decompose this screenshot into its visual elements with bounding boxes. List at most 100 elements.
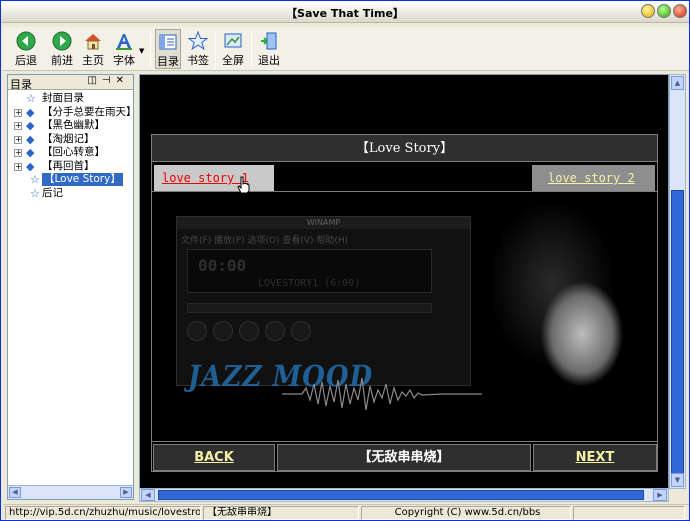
scroll-down-icon[interactable]: ▼ [671, 473, 684, 487]
star-icon: ☆ [26, 92, 36, 105]
player-title: WINAMP [177, 217, 470, 229]
close-sidebar-icon[interactable]: ✕ [116, 75, 129, 86]
tree-item-chapter[interactable]: + ◆ 【回心转意】 [8, 146, 133, 160]
book-icon: ◆ [26, 105, 35, 119]
exit-label: 退出 [258, 54, 280, 67]
font-button[interactable]: 字体 [109, 29, 139, 69]
player-display: 00:00 LOVESTORY1 (6:09) [187, 249, 432, 293]
toolbar: 后退 前进 主页 字体 ▼ 目录 书签 全屏 退出 [3, 27, 689, 71]
back-label: 后退 [15, 54, 37, 67]
exit-button[interactable]: 退出 [255, 29, 283, 69]
tab-label: love story 1 [162, 171, 249, 185]
star-icon: ☆ [30, 186, 40, 200]
scroll-thumb[interactable] [671, 190, 684, 480]
book-icon: ◆ [26, 132, 35, 146]
forward-label: 前进 [51, 54, 73, 67]
tree-item-chapter[interactable]: + ◆ 【淘烟记】 [8, 133, 133, 147]
tree-item-label: 【再回首】 [42, 159, 95, 172]
home-icon [85, 34, 101, 50]
tree-item-afterword[interactable]: ☆ 后记 [8, 187, 133, 201]
tree-item-label: 封面目录 [42, 92, 84, 104]
player-seek-bar [187, 303, 432, 313]
forward-arrow-icon [52, 31, 72, 51]
back-arrow-icon [16, 31, 36, 51]
book-icon: ◆ [26, 159, 35, 173]
expand-icon[interactable]: + [14, 135, 22, 144]
bookmark-button[interactable]: 书签 [185, 29, 211, 69]
toolbar-separator [251, 31, 252, 67]
scroll-thumb[interactable] [158, 490, 644, 500]
next-track-icon [291, 321, 311, 341]
sidebar-horizontal-scrollbar[interactable]: ◀ ▶ [8, 485, 133, 499]
title-bar[interactable]: 【Save That Time】 [1, 1, 689, 23]
tree-item-chapter[interactable]: + ◆ 【分手总要在雨天】 [8, 105, 137, 120]
home-button[interactable]: 主页 [81, 29, 105, 69]
book-icon: ◆ [26, 119, 35, 132]
dock-icon[interactable]: ◫ [87, 75, 101, 86]
window-title: 【Save That Time】 [286, 7, 404, 20]
page-title: 【Love Story】 [152, 135, 657, 162]
tree-item-label: 【Love Story】 [42, 173, 123, 186]
prev-icon [187, 321, 207, 341]
status-section: 【无敌串串烧】 [203, 506, 359, 520]
vertical-scrollbar[interactable]: ▲ ▼ [669, 74, 686, 489]
status-url: http://vip.5d.cn/zhuzhu/music/lovestroy1 [5, 506, 201, 520]
tree-item-cover[interactable]: ☆ 封面目录 [8, 92, 133, 106]
pause-icon [239, 321, 259, 341]
fullscreen-button[interactable]: 全屏 [219, 29, 247, 69]
stop-icon [265, 321, 285, 341]
tree-item-chapter[interactable]: + ◆ 【黑色幽默】 [8, 119, 133, 133]
scroll-left-icon[interactable]: ◀ [141, 489, 155, 501]
toc-button[interactable]: 目录 [155, 29, 181, 69]
tree-item-love-story[interactable]: ☆ 【Love Story】 [8, 173, 133, 187]
portrait-photo [482, 194, 657, 441]
status-copyright: Copyright (C) www.5d.cn/bbs [361, 506, 571, 520]
close-button[interactable] [673, 4, 687, 18]
tree-item-label: 【淘烟记】 [42, 132, 95, 145]
tree-item-label: 【分手总要在雨天】 [42, 105, 137, 118]
home-label: 主页 [82, 54, 104, 67]
star-icon: ☆ [30, 173, 40, 186]
pin-icon[interactable]: ⊣ [102, 75, 116, 86]
tree-item-label: 【回心转意】 [42, 146, 105, 158]
player-track: LOVESTORY1 (6:09) [258, 278, 361, 289]
tab-love-story-1[interactable]: love story 1 [154, 165, 274, 191]
expand-icon[interactable]: + [14, 162, 22, 171]
back-link-label: BACK [194, 450, 234, 465]
section-label: 【无敌串串烧】 [277, 444, 531, 471]
minimize-button[interactable] [641, 4, 655, 18]
font-dropdown-icon[interactable]: ▼ [139, 47, 144, 55]
app-window: 【Save That Time】 后退 前进 主页 字体 ▼ 目录 书签 全屏 … [0, 0, 690, 521]
tree-item-label: 【黑色幽默】 [42, 119, 105, 131]
toc-sidebar: 目录 ◫⊣✕ ☆ 封面目录 + ◆ 【分手总要在雨天】 + ◆ 【黑色幽默】 +… [7, 74, 137, 500]
tree-item-chapter[interactable]: + ◆ 【再回首】 [8, 160, 133, 174]
toc-tree: ☆ 封面目录 + ◆ 【分手总要在雨天】 + ◆ 【黑色幽默】 + ◆ 【淘烟记… [8, 92, 137, 201]
player-time: 00:00 [198, 256, 247, 275]
toolbar-separator [215, 31, 216, 67]
font-label: 字体 [113, 54, 135, 67]
expand-icon[interactable]: + [14, 122, 22, 130]
bookmark-star-icon [188, 31, 208, 51]
scroll-right-icon[interactable]: ▶ [653, 489, 667, 501]
scroll-right-icon[interactable]: ▶ [120, 487, 132, 498]
horizontal-scrollbar[interactable]: ◀ ▶ [139, 488, 669, 502]
scroll-up-icon[interactable]: ▲ [671, 76, 684, 90]
status-bar: http://vip.5d.cn/zhuzhu/music/lovestroy1… [3, 504, 689, 520]
back-link[interactable]: BACK [153, 444, 275, 471]
forward-button[interactable]: 前进 [45, 29, 79, 69]
scroll-left-icon[interactable]: ◀ [9, 487, 21, 498]
expand-icon[interactable]: + [14, 108, 22, 117]
play-icon [213, 321, 233, 341]
next-link-label: NEXT [575, 450, 615, 465]
maximize-button[interactable] [657, 4, 671, 18]
player-stage: WINAMP 文件(F) 播放(P) 选项(O) 查看(V) 帮助(H) 00:… [152, 194, 657, 442]
status-empty [573, 506, 685, 520]
tab-love-story-2[interactable]: love story 2 [532, 165, 655, 191]
tabs-row: love story 1 love story 2 [152, 163, 657, 192]
tab-label: love story 2 [548, 171, 635, 185]
next-link[interactable]: NEXT [533, 444, 657, 471]
player-menu: 文件(F) 播放(P) 选项(O) 查看(V) 帮助(H) [181, 236, 349, 246]
tree-item-label: 后记 [42, 186, 63, 199]
expand-icon[interactable]: + [14, 149, 22, 157]
back-button[interactable]: 后退 [9, 29, 43, 69]
